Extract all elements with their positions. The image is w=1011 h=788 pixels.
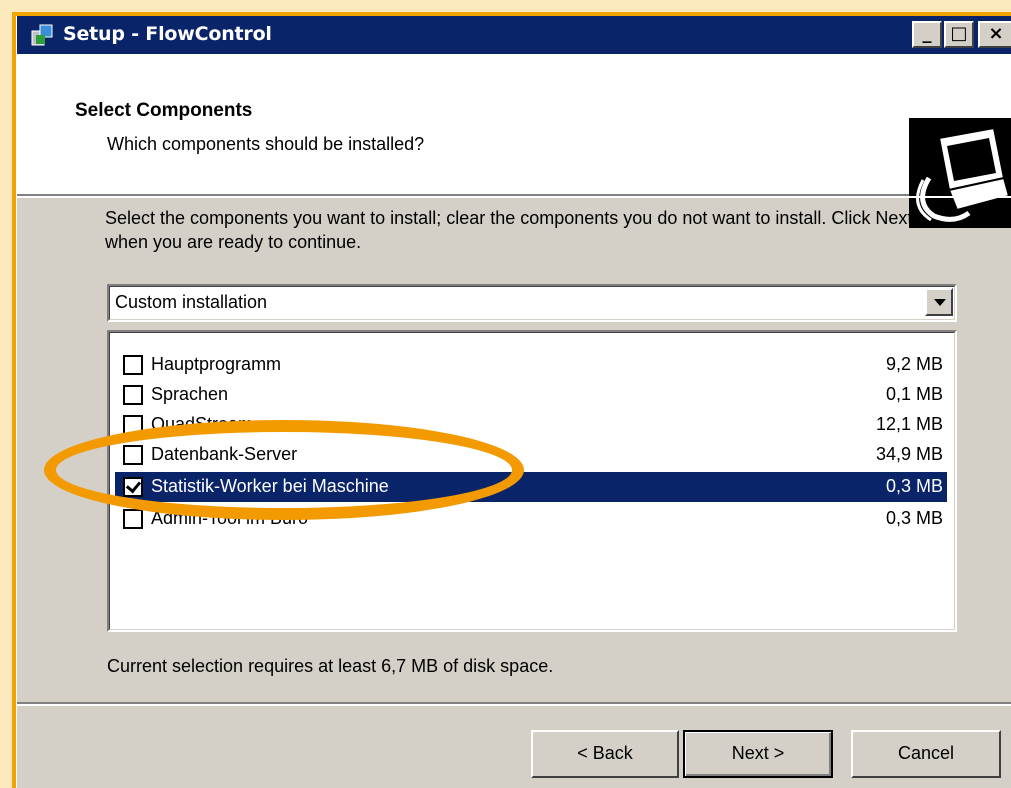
minimize-icon: _ [922, 23, 932, 44]
component-checkbox[interactable] [123, 355, 143, 375]
maximize-button[interactable]: □ [944, 21, 974, 48]
component-row-quadstream[interactable]: QuadStream 12,1 MB [115, 410, 947, 440]
component-size: 0,1 MB [885, 384, 943, 404]
component-checkbox[interactable] [123, 509, 143, 529]
component-checkbox[interactable] [123, 445, 143, 465]
component-size: 0,3 MB [885, 476, 943, 496]
component-label: QuadStream [151, 414, 254, 434]
component-row-hauptprogramm[interactable]: Hauptprogramm 9,2 MB [115, 350, 947, 380]
minimize-button[interactable]: _ [912, 21, 942, 48]
window-title: Setup - FlowControl [63, 23, 272, 45]
component-size: 0,3 MB [885, 508, 943, 528]
component-checkbox-checked[interactable] [123, 477, 143, 497]
component-label: Sprachen [151, 384, 229, 404]
component-row-admin-tool[interactable]: Admin-Tool im Büro 0,3 MB [115, 504, 947, 534]
page-subtitle: Which components should be installed? [107, 134, 425, 154]
instructions-text: Select the components you want to instal… [105, 208, 913, 252]
disk-space-requirement: Current selection requires at least 6,7 … [107, 656, 554, 676]
setup-window: Setup - FlowControl _ □ × Select Compone… [16, 16, 1011, 788]
component-row-statistik-worker[interactable]: Statistik-Worker bei Maschine 0,3 MB [115, 472, 947, 502]
component-size: 34,9 MB [875, 444, 943, 464]
chevron-down-icon[interactable] [925, 288, 953, 316]
close-icon: × [988, 23, 1004, 44]
install-type-value: Custom installation [115, 292, 268, 312]
next-button[interactable]: Next > [683, 730, 833, 778]
component-size: 9,2 MB [885, 354, 943, 374]
components-list[interactable]: Hauptprogramm 9,2 MB Sprachen 0,1 MB Qua… [107, 330, 957, 632]
title-bar[interactable]: Setup - FlowControl _ □ × [17, 16, 1011, 54]
component-row-sprachen[interactable]: Sprachen 0,1 MB [115, 380, 947, 410]
setup-app-icon [31, 24, 53, 46]
cancel-button[interactable]: Cancel [851, 730, 1001, 778]
wizard-header: Select Components Which components shoul… [17, 54, 1011, 228]
install-type-dropdown[interactable]: Custom installation [107, 284, 957, 322]
component-label: Statistik-Worker bei Maschine [151, 476, 389, 496]
component-label: Admin-Tool im Büro [151, 508, 309, 528]
component-label: Hauptprogramm [151, 354, 282, 374]
component-size: 12,1 MB [875, 414, 943, 434]
component-checkbox[interactable] [123, 415, 143, 435]
maximize-icon: □ [950, 23, 968, 44]
close-button[interactable]: × [978, 21, 1011, 48]
divider-highlight [17, 704, 1011, 706]
component-row-datenbank-server[interactable]: Datenbank-Server 34,9 MB [115, 440, 947, 470]
page-title: Select Components [75, 100, 253, 121]
component-checkbox[interactable] [123, 385, 143, 405]
component-label: Datenbank-Server [151, 444, 298, 464]
back-button[interactable]: < Back [531, 730, 679, 778]
